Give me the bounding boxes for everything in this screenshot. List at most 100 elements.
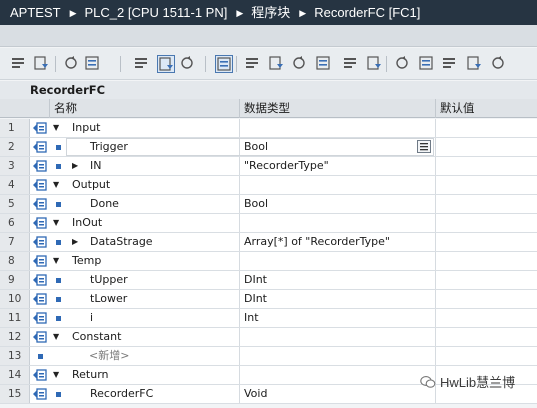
expand-icon[interactable]	[441, 55, 459, 73]
param-name[interactable]: InOut	[72, 214, 102, 232]
add-new-placeholder[interactable]: <新增>	[89, 347, 129, 365]
table-row[interactable]: 12 ▼ Constant	[0, 328, 537, 347]
expand-arrow-icon[interactable]: ▶	[72, 160, 82, 172]
row-number[interactable]: 7	[0, 233, 30, 251]
copy-snapshot-icon[interactable]	[315, 55, 333, 73]
param-datatype[interactable]	[239, 119, 435, 137]
snapshot-icon[interactable]	[215, 55, 233, 73]
collapse-arrow-icon[interactable]: ▼	[53, 179, 63, 191]
param-default-value[interactable]	[435, 214, 537, 232]
param-default-value[interactable]	[435, 290, 537, 308]
breadcrumb-folder[interactable]: 程序块	[251, 5, 290, 20]
table-row[interactable]: 11 i Int	[0, 309, 537, 328]
param-default-value[interactable]	[435, 252, 537, 270]
download-icon[interactable]	[179, 55, 197, 73]
param-default-value[interactable]	[435, 195, 537, 213]
table-row[interactable]: 6 ▼ InOut	[0, 214, 537, 233]
compile-icon[interactable]	[366, 55, 384, 73]
column-header-name[interactable]: 名称	[49, 99, 239, 118]
param-datatype[interactable]	[239, 347, 435, 365]
param-default-value[interactable]	[435, 271, 537, 289]
row-number[interactable]: 2	[0, 138, 30, 156]
sort-icon[interactable]	[490, 55, 508, 73]
param-datatype[interactable]	[239, 328, 435, 346]
export-icon[interactable]	[63, 55, 81, 73]
param-name[interactable]: Done	[90, 195, 119, 213]
table-row[interactable]: 2 Trigger Bool	[0, 138, 537, 157]
param-name[interactable]: Return	[72, 366, 109, 384]
table-row[interactable]: 10 tLower DInt	[0, 290, 537, 309]
outdent-icon[interactable]	[418, 55, 436, 73]
table-row[interactable]: 7 ▶ DataStrage Array[*] of "RecorderType"	[0, 233, 537, 252]
param-default-value[interactable]	[435, 347, 537, 365]
param-name[interactable]: RecorderFC	[90, 385, 153, 403]
param-name[interactable]: DataStrage	[90, 233, 153, 251]
row-number[interactable]: 13	[0, 347, 30, 365]
param-name[interactable]: IN	[90, 157, 101, 175]
param-default-value[interactable]	[435, 119, 537, 137]
row-number[interactable]: 14	[0, 366, 30, 384]
param-default-value[interactable]	[435, 328, 537, 346]
param-datatype[interactable]: Void	[239, 385, 435, 403]
row-number[interactable]: 9	[0, 271, 30, 289]
table-row[interactable]: 8 ▼ Temp	[0, 252, 537, 271]
row-number[interactable]: 11	[0, 309, 30, 327]
param-default-value[interactable]	[435, 138, 537, 156]
table-row[interactable]: 1 ▼ Input	[0, 119, 537, 138]
collapse-arrow-icon[interactable]: ▼	[53, 331, 63, 343]
param-datatype[interactable]: DInt	[239, 290, 435, 308]
apply-snapshot-icon[interactable]	[342, 55, 360, 73]
row-number[interactable]: 5	[0, 195, 30, 213]
collapse-arrow-icon[interactable]: ▼	[53, 217, 63, 229]
param-datatype[interactable]: Bool	[239, 195, 435, 213]
param-datatype[interactable]	[239, 214, 435, 232]
param-default-value[interactable]	[435, 176, 537, 194]
param-default-value[interactable]	[435, 157, 537, 175]
row-number[interactable]: 1	[0, 119, 30, 137]
param-datatype[interactable]: Int	[239, 309, 435, 327]
table-row[interactable]: 3 ▶ IN "RecorderType"	[0, 157, 537, 176]
collapse-arrow-icon[interactable]: ▼	[53, 122, 63, 134]
table-row[interactable]: 4 ▼ Output	[0, 176, 537, 195]
row-number[interactable]: 6	[0, 214, 30, 232]
row-number[interactable]: 10	[0, 290, 30, 308]
param-name[interactable]: Constant	[72, 328, 121, 346]
param-datatype[interactable]	[239, 366, 435, 384]
param-datatype[interactable]	[239, 252, 435, 270]
param-default-value[interactable]	[435, 233, 537, 251]
row-number[interactable]: 15	[0, 385, 30, 403]
load-icon[interactable]	[291, 55, 309, 73]
param-name[interactable]: tLower	[90, 290, 127, 308]
row-number[interactable]: 8	[0, 252, 30, 270]
param-datatype[interactable]: Array[*] of "RecorderType"	[239, 233, 435, 251]
breadcrumb-project[interactable]: APTEST	[10, 5, 61, 20]
column-header-default[interactable]: 默认值	[435, 99, 537, 118]
indent-icon[interactable]	[394, 55, 412, 73]
row-number[interactable]: 4	[0, 176, 30, 194]
param-name[interactable]: i	[90, 309, 93, 327]
datatype-picker-icon[interactable]	[417, 140, 431, 153]
param-name[interactable]: Input	[72, 119, 100, 137]
table-row[interactable]: 9 tUpper DInt	[0, 271, 537, 290]
param-name[interactable]: tUpper	[90, 271, 128, 289]
reset-start-icon[interactable]	[84, 55, 102, 73]
block-interface-icon[interactable]	[157, 55, 175, 73]
column-header-datatype[interactable]: 数据类型	[239, 99, 435, 118]
table-row[interactable]: 13 <新增>	[0, 347, 537, 366]
param-name[interactable]: Temp	[72, 252, 101, 270]
row-number[interactable]: 3	[0, 157, 30, 175]
add-row-icon[interactable]	[33, 55, 51, 73]
expand-arrow-icon[interactable]: ▶	[72, 236, 82, 248]
collapse-arrow-icon[interactable]: ▼	[53, 369, 63, 381]
collapse-arrow-icon[interactable]: ▼	[53, 255, 63, 267]
param-datatype[interactable]: "RecorderType"	[239, 157, 435, 175]
param-default-value[interactable]	[435, 309, 537, 327]
breadcrumb-block[interactable]: RecorderFC [FC1]	[314, 5, 420, 20]
monitor-off-icon[interactable]	[268, 55, 286, 73]
param-name[interactable]: Output	[72, 176, 110, 194]
breadcrumb-device[interactable]: PLC_2 [CPU 1511-1 PN]	[85, 5, 228, 20]
collapse-icon[interactable]	[466, 55, 484, 73]
param-datatype[interactable]	[239, 176, 435, 194]
tree-view-icon[interactable]	[133, 55, 151, 73]
table-row[interactable]: 5 Done Bool	[0, 195, 537, 214]
